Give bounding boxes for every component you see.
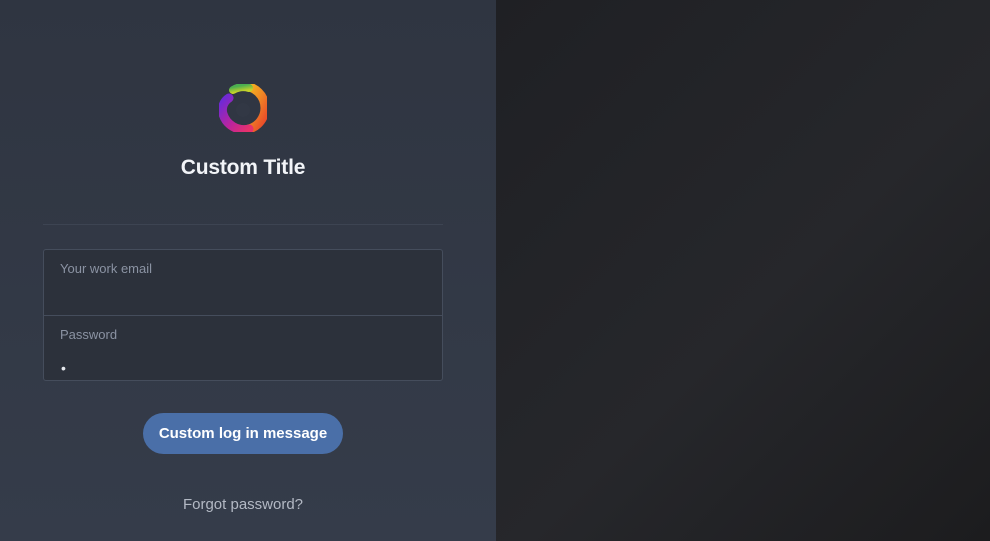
app-logo-icon — [219, 84, 267, 132]
email-input[interactable] — [60, 282, 420, 302]
divider — [43, 224, 443, 225]
password-field-group: Password • — [44, 315, 442, 380]
login-button[interactable]: Custom log in message — [143, 413, 343, 454]
email-label: Your work email — [60, 261, 153, 276]
forgot-password-link[interactable]: Forgot password? — [0, 496, 486, 513]
password-label: Password — [60, 327, 118, 342]
login-panel: Custom Title Your work email Password • … — [0, 0, 496, 541]
login-page: Custom Title Your work email Password • … — [0, 0, 990, 541]
login-form: Your work email Password • — [43, 249, 443, 381]
background-panel — [496, 0, 990, 541]
password-input[interactable]: • — [61, 360, 66, 376]
email-field-group: Your work email — [44, 250, 442, 315]
page-title: Custom Title — [180, 156, 306, 179]
